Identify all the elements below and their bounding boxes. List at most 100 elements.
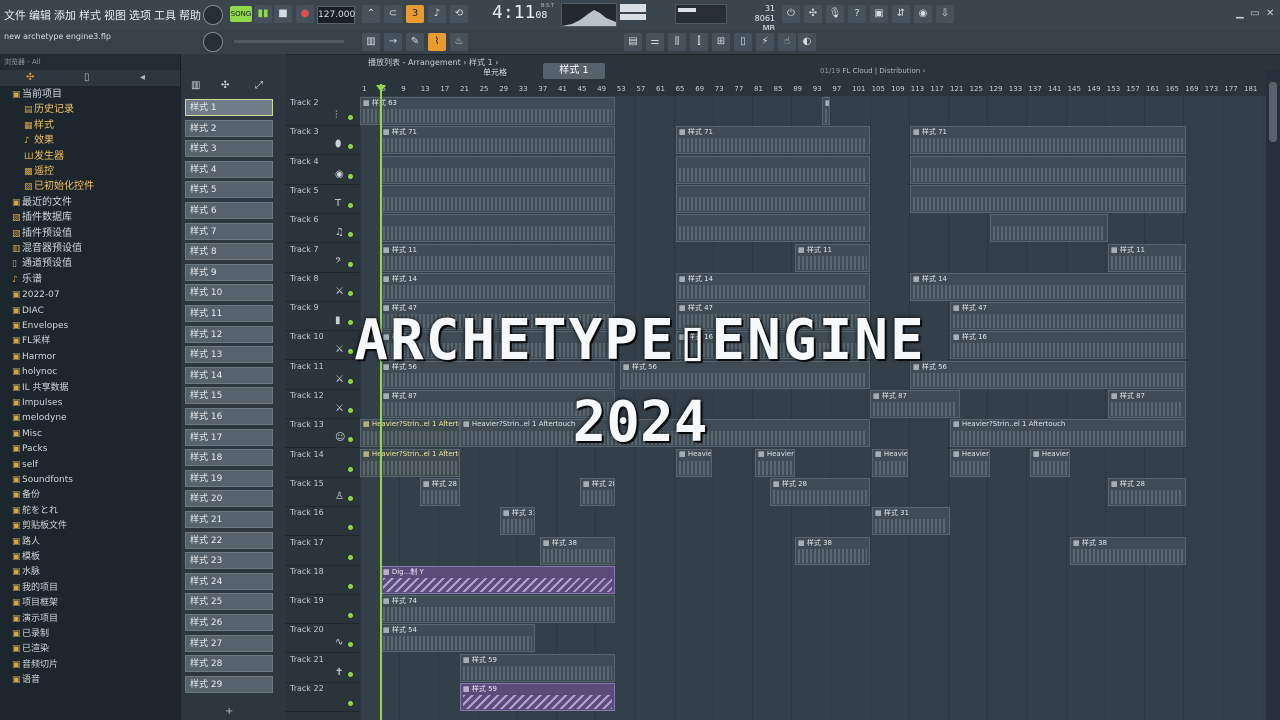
browser-item[interactable]: ▣2022-07 [12, 288, 60, 302]
pattern-item[interactable]: 样式 2 [185, 119, 273, 137]
playlist-clip[interactable]: ▦ 样式 59 [460, 683, 615, 711]
track-mute-led[interactable] [348, 144, 353, 150]
playlist-clip[interactable]: ▦ 样式 11 [795, 243, 870, 272]
browser-item[interactable]: ▧插件数据库 [12, 211, 72, 225]
menu-patterns[interactable]: 样式 [79, 9, 101, 22]
playlist-clip[interactable]: ▦ 样式 14 [676, 272, 870, 301]
browser-item[interactable]: ▣self [12, 458, 38, 472]
pattern-link-icon[interactable]: ⤢ [255, 80, 263, 91]
track-header[interactable]: Track 4 ◉ [285, 155, 359, 185]
playhead-triangle[interactable] [376, 85, 386, 92]
piano-roll-icon[interactable]: ▥ [362, 33, 380, 51]
track-header[interactable]: Track 7 𝄢 [285, 243, 359, 273]
track-header[interactable]: Track 3 ⬮ [285, 125, 359, 156]
playlist-clip[interactable]: ▦ 样式 74 [380, 595, 615, 624]
scrollbar-thumb[interactable] [1269, 82, 1277, 142]
pattern-item[interactable]: 样式 21 [185, 511, 273, 528]
playlist-clip[interactable]: ▦ 样式 31 [872, 507, 950, 536]
menu-edit[interactable]: 编辑 [29, 9, 51, 22]
browser-item[interactable]: ▣语音 [12, 673, 40, 687]
pattern-add-icon[interactable]: ✣ [221, 80, 229, 91]
fl-cloud-link[interactable]: 01/19 FL Cloud | Distribution › [820, 67, 925, 75]
playlist-clip[interactable]: ▦ 样式 71 [380, 126, 615, 155]
browser-item[interactable]: ▣演示项目 [12, 612, 58, 626]
pattern-item[interactable]: 样式 1 [185, 99, 273, 116]
piano-view-icon[interactable]: ⫿ [690, 33, 708, 51]
mixer-icon[interactable]: ✣ [804, 5, 822, 23]
playlist-clip[interactable]: ▦ 样式 31 [500, 507, 535, 536]
track-header[interactable]: Track 16 [285, 506, 359, 537]
track-mute-led[interactable] [348, 290, 353, 296]
playlist-clip[interactable]: ▦ 样式 38 [795, 536, 870, 565]
track-header[interactable]: Track 2 ⫶ [285, 96, 359, 126]
browser-item[interactable]: ▧插件预设值 [12, 227, 72, 241]
browser-item[interactable]: ▦样式 [24, 119, 54, 133]
browser-item[interactable]: ▯ 通道预设值 [12, 257, 72, 271]
track-mute-led[interactable] [348, 115, 353, 120]
browser-item[interactable]: ♪ 乐谱 [12, 273, 42, 287]
track-mute-led[interactable] [348, 261, 353, 267]
pattern-item[interactable]: 样式 19 [185, 469, 273, 487]
mixer-view-icon[interactable]: ⫼ [668, 33, 686, 51]
track-header[interactable]: Track 18 [285, 565, 359, 595]
maximize-button[interactable]: ▭ [1250, 8, 1259, 19]
render-icon[interactable]: ⇵ [892, 5, 910, 23]
plugin-icon[interactable]: ? [848, 5, 866, 23]
pattern-item[interactable]: 样式 24 [185, 572, 273, 590]
track-mute-led[interactable] [348, 554, 353, 560]
track-mute-led[interactable] [348, 202, 353, 208]
playlist-clip[interactable]: ▦ 样式 11 [380, 243, 615, 272]
browser-item[interactable]: ▣剪贴板文件 [12, 519, 67, 533]
timeline-ruler[interactable]: 1 5 9 13 17 21 25 29 33 37 41 45 49 53 57 61 65 69 73 77 81 8… [360, 84, 1266, 96]
pattern-add-button[interactable]: + [225, 706, 233, 717]
playlist-clip[interactable]: ▦ 样式 63 [822, 97, 830, 125]
pattern-item[interactable]: 样式 29 [185, 675, 273, 693]
browser-item[interactable]: ▣模板 [12, 550, 40, 564]
playlist-clip[interactable] [676, 214, 870, 243]
playlist-clip[interactable] [990, 214, 1108, 243]
chat-icon[interactable]: ◉ [914, 5, 932, 23]
playlist-clip[interactable]: ▦ 样式 14 [910, 272, 1186, 301]
browser-item[interactable]: ▣备份 [12, 488, 40, 502]
browser-item[interactable]: ▣最近的文件 [12, 196, 72, 210]
pattern-item[interactable]: 样式 10 [185, 284, 273, 302]
master-volume-knob[interactable] [203, 5, 223, 25]
playlist-clip[interactable] [380, 155, 615, 184]
track-header[interactable]: Track 17 [285, 536, 359, 566]
playlist-clip[interactable]: ▦ 样式 14 [380, 272, 615, 301]
browser-tab-plugins[interactable]: ◂ [140, 72, 145, 83]
pattern-item[interactable]: 样式 22 [185, 531, 273, 549]
pattern-item[interactable]: 样式 5 [185, 181, 273, 199]
track-header[interactable]: Track 15 ♙ [285, 477, 359, 507]
menu-help[interactable]: 帮助 [179, 9, 201, 22]
track-mute-led[interactable] [348, 583, 353, 589]
download-icon[interactable]: ⇩ [936, 5, 954, 23]
browser-item[interactable]: ▣水脉 [12, 565, 40, 579]
playlist-clip[interactable]: ▦ 样式 71 [676, 126, 870, 155]
browser-item[interactable]: ▣音频切片 [12, 658, 58, 672]
song-mode-toggle[interactable]: SONG [230, 6, 252, 22]
browser-item[interactable]: ▣当前项目 [12, 88, 62, 102]
track-header[interactable]: Track 5 T [285, 184, 359, 214]
browser-item[interactable]: ▣舵をとれ [12, 504, 58, 518]
recording-icon[interactable]: ◐ [798, 33, 816, 51]
panic-icon[interactable]: ⏻ [782, 5, 800, 23]
save-icon[interactable]: ▣ [870, 5, 888, 23]
playlist-clip[interactable]: ▦ 样式 63 [360, 97, 615, 125]
pattern-tool-icon[interactable]: ▥ [191, 80, 200, 91]
pattern-item[interactable]: 样式 23 [185, 552, 273, 570]
metronome-icon[interactable]: ⌃ [362, 5, 380, 23]
playlist-clip[interactable] [910, 184, 1186, 213]
project-icon[interactable]: ▯ [734, 33, 752, 51]
playlist-clip[interactable]: ▦ 样式 28 [770, 477, 870, 506]
stamp-icon[interactable]: ♨ [450, 33, 468, 51]
menu-file[interactable]: 文件 [4, 9, 26, 22]
track-mute-led[interactable] [348, 232, 353, 238]
menu-options[interactable]: 选项 [129, 9, 151, 22]
plug-icon[interactable]: ⚡ [756, 33, 774, 51]
channel-rack-icon[interactable]: ⚌ [646, 33, 664, 51]
browser-item[interactable]: ▣已渲染 [12, 642, 49, 656]
playlist-clip[interactable]: ▦ 样式 38 [540, 536, 615, 565]
track-header[interactable]: Track 21 ✝ [285, 653, 359, 683]
pattern-item[interactable]: 样式 20 [185, 490, 273, 508]
